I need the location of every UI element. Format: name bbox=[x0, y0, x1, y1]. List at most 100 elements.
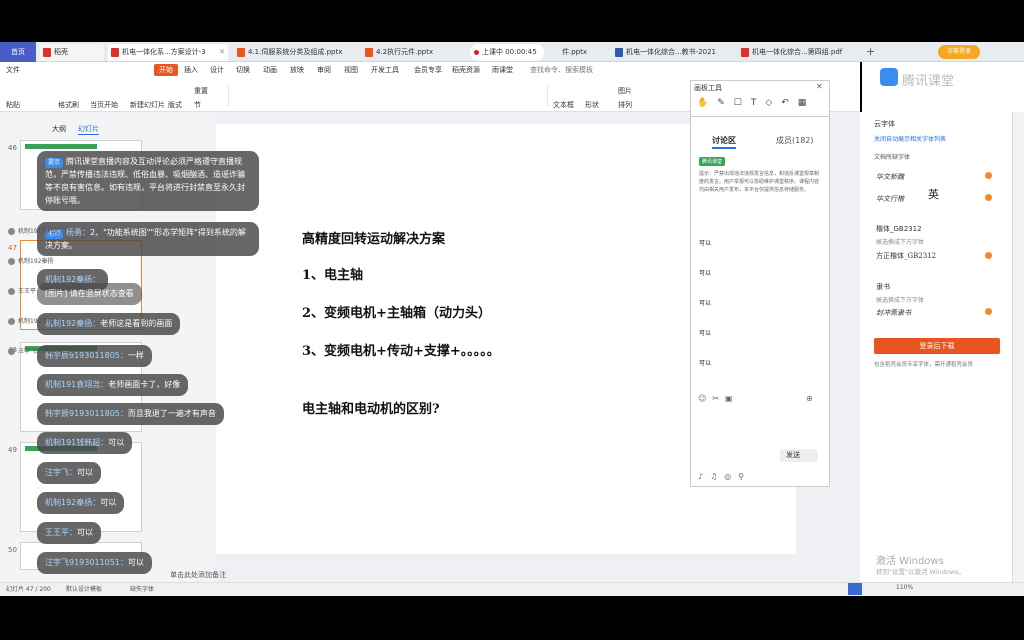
system-tag: 腾讯课堂 bbox=[699, 157, 726, 166]
chat-bottom-tools[interactable]: ♪♫◎⚲ bbox=[698, 472, 751, 481]
play-current-button[interactable]: 当页开始 bbox=[90, 100, 118, 110]
paste-button[interactable]: 粘贴 bbox=[6, 100, 20, 110]
menu-slideshow[interactable]: 放映 bbox=[290, 65, 304, 75]
tab-slides[interactable]: 幻灯片 bbox=[78, 124, 99, 135]
drawing-toolbar-title: 画板工具 bbox=[694, 84, 722, 92]
tab-doc-2[interactable]: 4.1.伺服系统分类及组成.pptx bbox=[234, 44, 356, 61]
layout-button[interactable]: 版式 bbox=[168, 100, 182, 110]
menu-design[interactable]: 设计 bbox=[210, 65, 224, 75]
new-slide-button[interactable]: 新建幻灯片 bbox=[130, 100, 165, 110]
danmaku-bubble: [图片] 请在竖屏状态查看 bbox=[37, 283, 142, 305]
slide-thumbnail[interactable] bbox=[20, 442, 142, 532]
tab-doc-5[interactable]: 机电一体化综合...教书-2021 bbox=[612, 44, 732, 61]
menu-member[interactable]: 会员专享 bbox=[414, 65, 442, 75]
tab-outline[interactable]: 大纲 bbox=[52, 124, 66, 134]
menu-review[interactable]: 审阅 bbox=[317, 65, 331, 75]
danmaku-bubble: 机制192秦扬：老师这是看到的画面 bbox=[37, 313, 181, 335]
menu-file[interactable]: 文件 bbox=[6, 65, 20, 75]
reset-button[interactable]: 重置 bbox=[194, 86, 208, 96]
chat-input-tools[interactable]: ☺✂▣ bbox=[698, 394, 739, 403]
chat-message-text: 可以 bbox=[699, 330, 712, 337]
font-item[interactable]: 方正楷体_GB2312 bbox=[876, 251, 936, 261]
section-button[interactable]: 节 bbox=[194, 100, 201, 110]
active-tab-indicator bbox=[712, 147, 736, 149]
font-hint: 候选换成下方字体 bbox=[876, 297, 925, 304]
home-tab[interactable]: 首页 bbox=[0, 42, 36, 62]
menu-start[interactable]: 开始 bbox=[154, 64, 178, 76]
avatar bbox=[8, 318, 15, 325]
tab-members[interactable]: 成员(182) bbox=[776, 135, 814, 146]
system-notice: 提示：严禁出现违法违规发言信息，和违反课堂规章制度的发言。用户举报可以协助维护课… bbox=[699, 171, 820, 193]
danmaku-bubble: 机制191袁翊尧：老师画面卡了，好像 bbox=[37, 374, 189, 396]
font-item[interactable]: 华文新魏 bbox=[876, 172, 904, 182]
avatar bbox=[8, 348, 15, 355]
send-button[interactable]: 发送 bbox=[780, 449, 818, 462]
tencent-classroom-logo-icon bbox=[880, 68, 898, 86]
tab-doc-3[interactable]: 4.2执行元件.pptx bbox=[362, 44, 462, 61]
arrange-button[interactable]: 排列 bbox=[618, 100, 632, 110]
new-tab-icon[interactable]: + bbox=[866, 45, 875, 58]
crown-icon bbox=[985, 172, 992, 179]
menu-view[interactable]: 视图 bbox=[344, 65, 358, 75]
chat-message-text: 可以 bbox=[699, 300, 712, 307]
tab-doc-4[interactable]: 件.pptx bbox=[548, 44, 604, 61]
menu-insert[interactable]: 插入 bbox=[184, 65, 198, 75]
danmaku-bubble: 机制192秦扬：可以 bbox=[37, 492, 125, 514]
user-login-badge[interactable]: 访客登录 bbox=[938, 45, 980, 59]
windows-activate-sub: 转到"设置"以激活 Windows。 bbox=[876, 568, 966, 576]
font-item[interactable]: 封冲燕隶书 bbox=[876, 308, 911, 318]
crown-icon bbox=[985, 308, 992, 315]
notes-placeholder[interactable]: 单击此处添加备注 bbox=[170, 570, 226, 580]
tab-discuss[interactable]: 讨论区 bbox=[712, 135, 736, 146]
avatar bbox=[8, 288, 15, 295]
picture-button[interactable]: 图片 bbox=[618, 86, 632, 96]
menu-rain-classroom[interactable]: 雨课堂 bbox=[492, 65, 513, 75]
menu-devtools[interactable]: 开发工具 bbox=[371, 65, 399, 75]
shape-button[interactable]: 形状 bbox=[585, 100, 599, 110]
font-format-group[interactable] bbox=[228, 86, 548, 106]
slide-number: 50 bbox=[8, 546, 17, 554]
pdf-icon bbox=[741, 48, 749, 57]
add-icon[interactable]: ⊕ bbox=[806, 394, 813, 403]
font-item[interactable]: 楷体_GB2312 bbox=[876, 224, 922, 234]
format-painter-button[interactable]: 格式刷 bbox=[58, 100, 79, 110]
slide-item-1: 1、电主轴 bbox=[302, 268, 364, 283]
tab-doc-6[interactable]: 机电一体化综合...第四组.pdf bbox=[738, 44, 860, 61]
close-icon[interactable]: ✕ bbox=[219, 44, 225, 61]
ppt-icon bbox=[237, 48, 245, 57]
zoom-level[interactable]: 110% bbox=[896, 584, 913, 591]
word-icon bbox=[615, 48, 623, 57]
side-toolbar[interactable] bbox=[1012, 112, 1024, 582]
danmaku-bubble: 韩宇辰9193011805：而且我退了一遍才有声音 bbox=[37, 403, 224, 425]
missing-font-status[interactable]: 缺失字体 bbox=[130, 584, 154, 593]
menu-animation[interactable]: 动画 bbox=[263, 65, 277, 75]
textbox-button[interactable]: 文本框 bbox=[553, 100, 574, 110]
menu-resources[interactable]: 稻壳资源 bbox=[452, 65, 480, 75]
chat-message-text: 可以 bbox=[699, 270, 712, 277]
video-letterbox-top bbox=[0, 0, 1024, 42]
tab-daoke[interactable]: 稻壳 bbox=[40, 44, 104, 61]
login-download-button[interactable]: 登录后下载 bbox=[874, 338, 1000, 354]
ppt-icon bbox=[111, 48, 119, 57]
danmaku-bubble: 老师 杨勇：2、"功能系统图""形态学矩阵"得到系统的解决方案。 bbox=[37, 222, 259, 256]
close-icon[interactable]: ✕ bbox=[816, 82, 823, 91]
font-item[interactable]: 隶书 bbox=[876, 282, 890, 292]
danmaku-bubble: 汪宇飞：可以 bbox=[37, 462, 101, 484]
ime-indicator[interactable]: 英 bbox=[928, 186, 939, 202]
play-icon[interactable] bbox=[848, 583, 862, 595]
chat-message-text: 可以 bbox=[699, 240, 712, 247]
font-item[interactable]: 华文行楷 bbox=[876, 194, 904, 204]
tab-doc-1[interactable]: 机电一体化系...方案设计-3 ✕ bbox=[108, 44, 228, 61]
theme-name: 默认设计模板 bbox=[66, 586, 103, 593]
slide-number: 49 bbox=[8, 446, 17, 454]
drawing-tools-row[interactable]: ✋✎☐T◇↶▦ bbox=[697, 98, 815, 108]
avatar bbox=[8, 258, 15, 265]
command-search[interactable]: 查找命令、搜索模板 bbox=[530, 65, 593, 75]
windows-activate-title: 激活 Windows bbox=[876, 556, 944, 567]
record-dot-icon bbox=[474, 50, 479, 55]
toggle-font-list-link[interactable]: 关闭自动展示相关字体列表 bbox=[874, 134, 946, 143]
slide-counter: 幻灯片 47 / 200 bbox=[6, 586, 51, 593]
menu-transition[interactable]: 切换 bbox=[236, 65, 250, 75]
slide-item-3: 3、变频电机+传动+支撑+。。。。。 bbox=[302, 344, 500, 359]
chat-message: 汪宇飞9193011011 bbox=[8, 346, 74, 355]
